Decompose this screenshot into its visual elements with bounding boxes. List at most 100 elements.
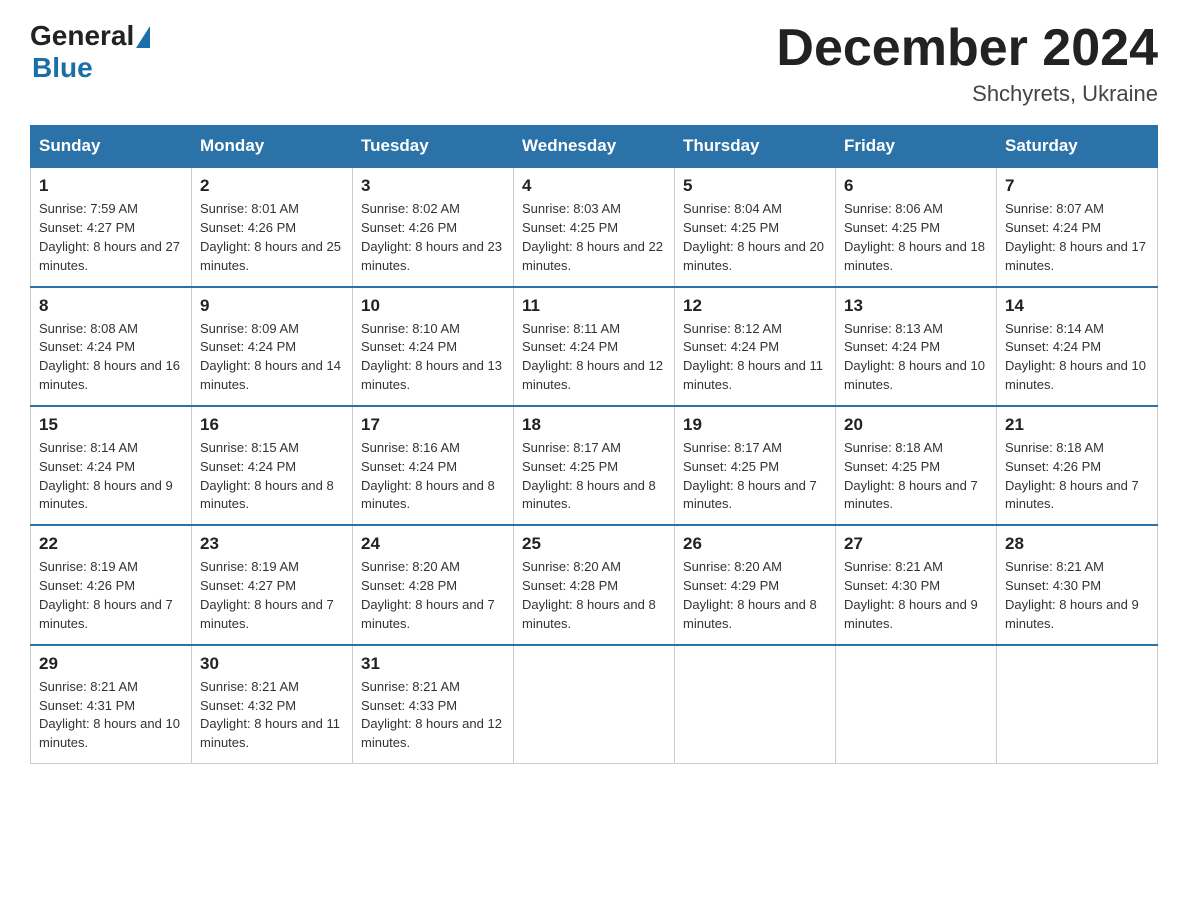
calendar-cell: 19 Sunrise: 8:17 AMSunset: 4:25 PMDayligh… bbox=[675, 406, 836, 525]
calendar-cell: 2 Sunrise: 8:01 AMSunset: 4:26 PMDaylight… bbox=[192, 167, 353, 286]
page-header: General Blue December 2024 Shchyrets, Uk… bbox=[30, 20, 1158, 107]
calendar-cell: 1Sunrise: 7:59 AMSunset: 4:27 PMDaylight… bbox=[31, 167, 192, 286]
day-info: Sunrise: 8:19 AMSunset: 4:26 PMDaylight:… bbox=[39, 559, 173, 631]
day-info: Sunrise: 8:01 AMSunset: 4:26 PMDaylight:… bbox=[200, 201, 341, 273]
day-number: 22 bbox=[39, 534, 183, 554]
day-number: 13 bbox=[844, 296, 988, 316]
calendar-cell bbox=[997, 645, 1158, 764]
calendar-cell: 16 Sunrise: 8:15 AMSunset: 4:24 PMDayligh… bbox=[192, 406, 353, 525]
day-number: 3 bbox=[361, 176, 505, 196]
month-title: December 2024 bbox=[776, 20, 1158, 77]
day-info: Sunrise: 8:08 AMSunset: 4:24 PMDaylight:… bbox=[39, 321, 180, 393]
day-number: 14 bbox=[1005, 296, 1149, 316]
day-info: Sunrise: 8:18 AMSunset: 4:25 PMDaylight:… bbox=[844, 440, 978, 512]
day-number: 24 bbox=[361, 534, 505, 554]
day-number: 2 bbox=[200, 176, 344, 196]
calendar-cell: 15 Sunrise: 8:14 AMSunset: 4:24 PMDayligh… bbox=[31, 406, 192, 525]
calendar-cell: 28 Sunrise: 8:21 AMSunset: 4:30 PMDayligh… bbox=[997, 525, 1158, 644]
weekday-header-wednesday: Wednesday bbox=[514, 126, 675, 168]
logo-general-text: General bbox=[30, 20, 134, 52]
calendar-cell: 24 Sunrise: 8:20 AMSunset: 4:28 PMDayligh… bbox=[353, 525, 514, 644]
day-info: Sunrise: 8:20 AMSunset: 4:28 PMDaylight:… bbox=[361, 559, 495, 631]
day-number: 8 bbox=[39, 296, 183, 316]
day-number: 4 bbox=[522, 176, 666, 196]
day-info: Sunrise: 8:15 AMSunset: 4:24 PMDaylight:… bbox=[200, 440, 334, 512]
calendar-cell: 5 Sunrise: 8:04 AMSunset: 4:25 PMDaylight… bbox=[675, 167, 836, 286]
calendar-cell bbox=[836, 645, 997, 764]
day-info: Sunrise: 8:17 AMSunset: 4:25 PMDaylight:… bbox=[683, 440, 817, 512]
day-info: Sunrise: 8:11 AMSunset: 4:24 PMDaylight:… bbox=[522, 321, 663, 393]
day-number: 30 bbox=[200, 654, 344, 674]
calendar-cell: 25Sunrise: 8:20 AMSunset: 4:28 PMDayligh… bbox=[514, 525, 675, 644]
day-number: 5 bbox=[683, 176, 827, 196]
weekday-header-thursday: Thursday bbox=[675, 126, 836, 168]
day-info: Sunrise: 8:13 AMSunset: 4:24 PMDaylight:… bbox=[844, 321, 985, 393]
day-info: Sunrise: 8:21 AMSunset: 4:33 PMDaylight:… bbox=[361, 679, 502, 751]
calendar-week-row: 15 Sunrise: 8:14 AMSunset: 4:24 PMDayligh… bbox=[31, 406, 1158, 525]
calendar-header-row: SundayMondayTuesdayWednesdayThursdayFrid… bbox=[31, 126, 1158, 168]
day-number: 15 bbox=[39, 415, 183, 435]
day-info: Sunrise: 8:12 AMSunset: 4:24 PMDaylight:… bbox=[683, 321, 823, 393]
weekday-header-monday: Monday bbox=[192, 126, 353, 168]
calendar-week-row: 29Sunrise: 8:21 AMSunset: 4:31 PMDayligh… bbox=[31, 645, 1158, 764]
day-info: Sunrise: 8:09 AMSunset: 4:24 PMDaylight:… bbox=[200, 321, 341, 393]
weekday-header-tuesday: Tuesday bbox=[353, 126, 514, 168]
calendar-cell: 13 Sunrise: 8:13 AMSunset: 4:24 PMDayligh… bbox=[836, 287, 997, 406]
calendar-cell bbox=[514, 645, 675, 764]
day-info: Sunrise: 8:21 AMSunset: 4:31 PMDaylight:… bbox=[39, 679, 180, 751]
day-number: 20 bbox=[844, 415, 988, 435]
logo-blue-text: Blue bbox=[32, 52, 93, 84]
calendar-week-row: 8 Sunrise: 8:08 AMSunset: 4:24 PMDaylight… bbox=[31, 287, 1158, 406]
calendar-cell: 23Sunrise: 8:19 AMSunset: 4:27 PMDayligh… bbox=[192, 525, 353, 644]
calendar-cell: 11 Sunrise: 8:11 AMSunset: 4:24 PMDayligh… bbox=[514, 287, 675, 406]
day-info: Sunrise: 8:10 AMSunset: 4:24 PMDaylight:… bbox=[361, 321, 502, 393]
day-info: Sunrise: 8:21 AMSunset: 4:32 PMDaylight:… bbox=[200, 679, 340, 751]
day-info: Sunrise: 8:16 AMSunset: 4:24 PMDaylight:… bbox=[361, 440, 495, 512]
weekday-header-sunday: Sunday bbox=[31, 126, 192, 168]
day-info: Sunrise: 8:07 AMSunset: 4:24 PMDaylight:… bbox=[1005, 201, 1146, 273]
calendar-cell: 27 Sunrise: 8:21 AMSunset: 4:30 PMDayligh… bbox=[836, 525, 997, 644]
day-number: 26 bbox=[683, 534, 827, 554]
day-number: 27 bbox=[844, 534, 988, 554]
calendar-cell: 14 Sunrise: 8:14 AMSunset: 4:24 PMDayligh… bbox=[997, 287, 1158, 406]
calendar-cell bbox=[675, 645, 836, 764]
day-info: Sunrise: 8:20 AMSunset: 4:28 PMDaylight:… bbox=[522, 559, 656, 631]
day-info: Sunrise: 8:21 AMSunset: 4:30 PMDaylight:… bbox=[844, 559, 978, 631]
calendar-cell: 3Sunrise: 8:02 AMSunset: 4:26 PMDaylight… bbox=[353, 167, 514, 286]
calendar-week-row: 22 Sunrise: 8:19 AMSunset: 4:26 PMDayligh… bbox=[31, 525, 1158, 644]
day-number: 31 bbox=[361, 654, 505, 674]
day-number: 16 bbox=[200, 415, 344, 435]
day-number: 6 bbox=[844, 176, 988, 196]
calendar-cell: 30 Sunrise: 8:21 AMSunset: 4:32 PMDayligh… bbox=[192, 645, 353, 764]
day-number: 9 bbox=[200, 296, 344, 316]
weekday-header-saturday: Saturday bbox=[997, 126, 1158, 168]
logo: General Blue bbox=[30, 20, 150, 84]
calendar-week-row: 1Sunrise: 7:59 AMSunset: 4:27 PMDaylight… bbox=[31, 167, 1158, 286]
location-title: Shchyrets, Ukraine bbox=[776, 81, 1158, 107]
day-number: 21 bbox=[1005, 415, 1149, 435]
calendar-cell: 9 Sunrise: 8:09 AMSunset: 4:24 PMDaylight… bbox=[192, 287, 353, 406]
calendar-table: SundayMondayTuesdayWednesdayThursdayFrid… bbox=[30, 125, 1158, 764]
logo-triangle-icon bbox=[136, 26, 150, 48]
day-number: 28 bbox=[1005, 534, 1149, 554]
day-info: Sunrise: 8:14 AMSunset: 4:24 PMDaylight:… bbox=[1005, 321, 1146, 393]
day-number: 19 bbox=[683, 415, 827, 435]
calendar-cell: 31 Sunrise: 8:21 AMSunset: 4:33 PMDayligh… bbox=[353, 645, 514, 764]
calendar-cell: 12Sunrise: 8:12 AMSunset: 4:24 PMDayligh… bbox=[675, 287, 836, 406]
day-number: 11 bbox=[522, 296, 666, 316]
day-number: 10 bbox=[361, 296, 505, 316]
calendar-cell: 29Sunrise: 8:21 AMSunset: 4:31 PMDayligh… bbox=[31, 645, 192, 764]
day-info: Sunrise: 8:18 AMSunset: 4:26 PMDaylight:… bbox=[1005, 440, 1139, 512]
day-info: Sunrise: 8:04 AMSunset: 4:25 PMDaylight:… bbox=[683, 201, 824, 273]
day-number: 17 bbox=[361, 415, 505, 435]
day-number: 1 bbox=[39, 176, 183, 196]
day-info: Sunrise: 8:17 AMSunset: 4:25 PMDaylight:… bbox=[522, 440, 656, 512]
day-info: Sunrise: 8:06 AMSunset: 4:25 PMDaylight:… bbox=[844, 201, 985, 273]
calendar-cell: 6 Sunrise: 8:06 AMSunset: 4:25 PMDaylight… bbox=[836, 167, 997, 286]
calendar-cell: 18Sunrise: 8:17 AMSunset: 4:25 PMDayligh… bbox=[514, 406, 675, 525]
day-info: Sunrise: 8:14 AMSunset: 4:24 PMDaylight:… bbox=[39, 440, 173, 512]
calendar-cell: 4Sunrise: 8:03 AMSunset: 4:25 PMDaylight… bbox=[514, 167, 675, 286]
title-section: December 2024 Shchyrets, Ukraine bbox=[776, 20, 1158, 107]
calendar-cell: 21 Sunrise: 8:18 AMSunset: 4:26 PMDayligh… bbox=[997, 406, 1158, 525]
day-info: Sunrise: 8:21 AMSunset: 4:30 PMDaylight:… bbox=[1005, 559, 1139, 631]
